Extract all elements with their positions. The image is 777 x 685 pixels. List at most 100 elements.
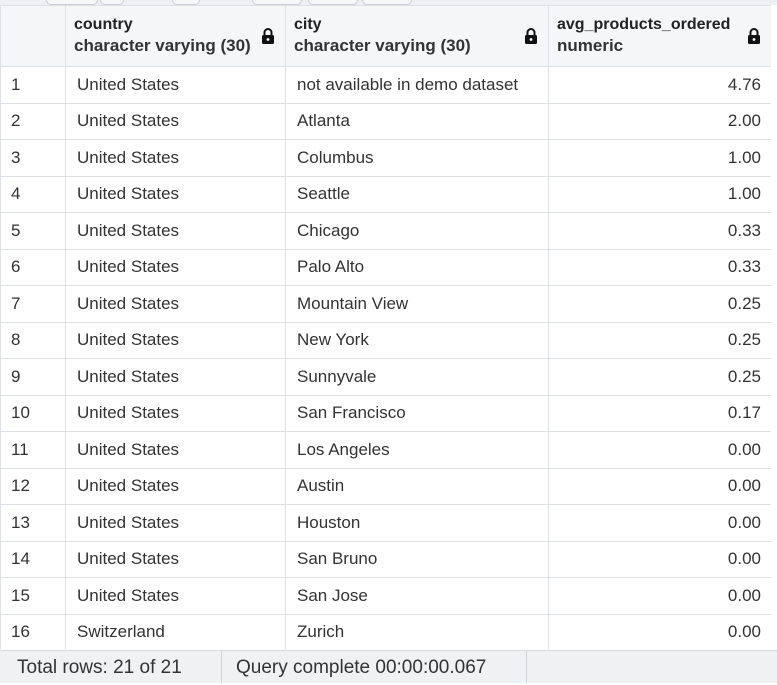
column-name: country [74, 16, 133, 33]
table-row[interactable]: 3 United States Columbus 1.00 [0, 139, 771, 177]
cell-city[interactable]: San Francisco [285, 394, 549, 432]
table-row[interactable]: 14 United States San Bruno 0.00 [0, 540, 771, 578]
cell-avg-products-ordered[interactable]: 0.33 [548, 248, 771, 286]
cell-avg-products-ordered[interactable]: 1.00 [548, 139, 771, 177]
cell-country[interactable]: United States [65, 467, 286, 505]
cell-avg-products-ordered[interactable]: 0.00 [548, 613, 771, 649]
cell-avg-products-ordered[interactable]: 0.25 [548, 321, 771, 359]
cell-city[interactable]: San Bruno [285, 540, 549, 578]
row-number[interactable]: 8 [0, 321, 66, 359]
cell-city[interactable]: Austin [285, 467, 549, 505]
cell-avg-products-ordered[interactable]: 0.00 [548, 431, 771, 469]
column-header-city[interactable]: city character varying (30) [285, 5, 549, 67]
cell-city[interactable]: Chicago [285, 212, 549, 250]
status-divider [526, 651, 527, 683]
select-all-corner[interactable] [0, 5, 66, 67]
cell-avg-products-ordered[interactable]: 4.76 [548, 66, 771, 104]
table-row[interactable]: 9 United States Sunnyvale 0.25 [0, 358, 771, 396]
cell-country[interactable]: United States [65, 102, 286, 140]
table-row[interactable]: 16 Switzerland Zurich 0.00 [0, 613, 771, 649]
lock-icon [262, 28, 274, 44]
column-name: city [294, 16, 322, 33]
table-row[interactable]: 13 United States Houston 0.00 [0, 504, 771, 542]
lock-icon [748, 28, 760, 44]
column-header-country[interactable]: country character varying (30) [65, 5, 286, 67]
cell-city[interactable]: Los Angeles [285, 431, 549, 469]
cell-avg-products-ordered[interactable]: 0.33 [548, 212, 771, 250]
cell-avg-products-ordered[interactable]: 0.00 [548, 540, 771, 578]
cell-city[interactable]: Atlanta [285, 102, 549, 140]
table-row[interactable]: 11 United States Los Angeles 0.00 [0, 431, 771, 469]
cell-country[interactable]: United States [65, 321, 286, 359]
cell-avg-products-ordered[interactable]: 0.00 [548, 504, 771, 542]
table-row[interactable]: 1 United States not available in demo da… [0, 66, 771, 104]
column-type: character varying (30) [74, 36, 251, 55]
cell-avg-products-ordered[interactable]: 0.00 [548, 467, 771, 505]
cell-city[interactable]: San Jose [285, 577, 549, 615]
cell-avg-products-ordered[interactable]: 1.00 [548, 175, 771, 213]
table-row[interactable]: 15 United States San Jose 0.00 [0, 577, 771, 615]
cell-country[interactable]: United States [65, 394, 286, 432]
table-row[interactable]: 8 United States New York 0.25 [0, 321, 771, 359]
cell-country[interactable]: United States [65, 431, 286, 469]
status-divider [221, 651, 222, 683]
row-number[interactable]: 3 [0, 139, 66, 177]
column-name: avg_products_ordered [557, 16, 731, 33]
row-number[interactable]: 10 [0, 394, 66, 432]
row-number[interactable]: 1 [0, 66, 66, 104]
cell-avg-products-ordered[interactable]: 0.25 [548, 358, 771, 396]
row-number[interactable]: 11 [0, 431, 66, 469]
cell-country[interactable]: Switzerland [65, 613, 286, 649]
status-bar: Total rows: 21 of 21 Query complete 00:0… [0, 650, 777, 683]
column-type: character varying (30) [294, 36, 471, 55]
table-row[interactable]: 2 United States Atlanta 2.00 [0, 102, 771, 140]
row-number[interactable]: 4 [0, 175, 66, 213]
cell-city[interactable]: not available in demo dataset [285, 66, 549, 104]
cell-country[interactable]: United States [65, 504, 286, 542]
cell-country[interactable]: United States [65, 175, 286, 213]
cell-city[interactable]: Mountain View [285, 285, 549, 323]
cell-city[interactable]: New York [285, 321, 549, 359]
cell-country[interactable]: United States [65, 358, 286, 396]
cell-country[interactable]: United States [65, 248, 286, 286]
cell-avg-products-ordered[interactable]: 2.00 [548, 102, 771, 140]
row-number[interactable]: 7 [0, 285, 66, 323]
total-rows-label: Total rows: 21 of 21 [17, 657, 182, 678]
vertical-scrollbar[interactable] [771, 5, 777, 650]
row-number[interactable]: 13 [0, 504, 66, 542]
row-number[interactable]: 5 [0, 212, 66, 250]
cell-country[interactable]: United States [65, 540, 286, 578]
cell-avg-products-ordered[interactable]: 0.00 [548, 577, 771, 615]
table-row[interactable]: 5 United States Chicago 0.33 [0, 212, 771, 250]
table-row[interactable]: 12 United States Austin 0.00 [0, 467, 771, 505]
row-number[interactable]: 6 [0, 248, 66, 286]
cell-city[interactable]: Columbus [285, 139, 549, 177]
table-row[interactable]: 4 United States Seattle 1.00 [0, 175, 771, 213]
cell-city[interactable]: Palo Alto [285, 248, 549, 286]
cell-avg-products-ordered[interactable]: 0.25 [548, 285, 771, 323]
row-number[interactable]: 15 [0, 577, 66, 615]
header-row: country character varying (30) city char… [0, 5, 771, 67]
cell-city[interactable]: Seattle [285, 175, 549, 213]
table-row[interactable]: 10 United States San Francisco 0.17 [0, 394, 771, 432]
result-grid: country character varying (30) city char… [0, 5, 771, 649]
row-number[interactable]: 12 [0, 467, 66, 505]
table-row[interactable]: 6 United States Palo Alto 0.33 [0, 248, 771, 286]
column-header-avg-products-ordered[interactable]: avg_products_ordered numeric [548, 5, 771, 67]
row-number[interactable]: 16 [0, 613, 66, 649]
cell-city[interactable]: Sunnyvale [285, 358, 549, 396]
cell-country[interactable]: United States [65, 285, 286, 323]
cell-country[interactable]: United States [65, 66, 286, 104]
cell-country[interactable]: United States [65, 139, 286, 177]
cell-country[interactable]: United States [65, 212, 286, 250]
cell-city[interactable]: Houston [285, 504, 549, 542]
table-row[interactable]: 7 United States Mountain View 0.25 [0, 285, 771, 323]
row-number[interactable]: 14 [0, 540, 66, 578]
row-number[interactable]: 9 [0, 358, 66, 396]
cell-country[interactable]: United States [65, 577, 286, 615]
result-grid-container[interactable]: country character varying (30) city char… [0, 5, 771, 649]
lock-icon [525, 28, 537, 44]
row-number[interactable]: 2 [0, 102, 66, 140]
cell-city[interactable]: Zurich [285, 613, 549, 649]
cell-avg-products-ordered[interactable]: 0.17 [548, 394, 771, 432]
